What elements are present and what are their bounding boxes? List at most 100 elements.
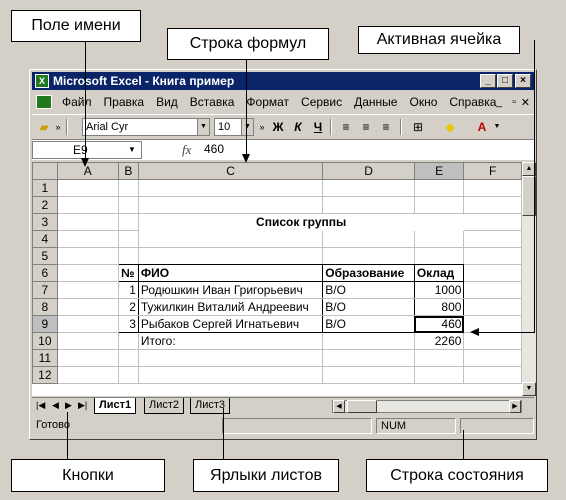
- fill-color-icon[interactable]: ◆: [440, 118, 460, 136]
- chevron-down-icon[interactable]: ▼: [241, 119, 253, 135]
- chevron-down-icon[interactable]: ▼: [197, 119, 209, 135]
- select-all-corner[interactable]: [32, 162, 58, 180]
- cell[interactable]: [463, 196, 522, 214]
- close-button[interactable]: ×: [515, 74, 531, 88]
- cell[interactable]: [56, 366, 119, 384]
- cell[interactable]: [322, 196, 415, 214]
- cell-name[interactable]: Родюшкин Иван Григорьевич: [137, 281, 324, 299]
- row-header[interactable]: 8: [32, 298, 58, 316]
- column-header[interactable]: F: [463, 162, 522, 180]
- cell[interactable]: [322, 247, 415, 265]
- cell[interactable]: [463, 281, 522, 299]
- tab-sheet1[interactable]: Лист1: [94, 398, 137, 414]
- cell[interactable]: [137, 179, 324, 197]
- next-sheet-icon[interactable]: ▶: [65, 400, 72, 411]
- maximize-button[interactable]: □: [497, 74, 513, 88]
- menu-file[interactable]: Файл: [56, 95, 98, 109]
- chevron-down-icon[interactable]: ▼: [125, 142, 139, 158]
- worksheet-grid[interactable]: A B C D E F 1 2 3 Список группы 4 5 6 № …: [32, 162, 522, 396]
- prev-sheet-icon[interactable]: ◀: [52, 400, 59, 411]
- cell[interactable]: [413, 247, 465, 265]
- sheet-title[interactable]: Список группы: [137, 213, 465, 231]
- cell[interactable]: [322, 179, 415, 197]
- menu-view[interactable]: Вид: [150, 95, 184, 109]
- cell[interactable]: [322, 366, 415, 384]
- cell[interactable]: [463, 179, 522, 197]
- cell-num[interactable]: 3: [117, 315, 139, 333]
- name-box[interactable]: E9 ▼: [32, 141, 142, 159]
- row-header[interactable]: 10: [32, 332, 58, 350]
- cell[interactable]: [322, 332, 415, 350]
- header-salary[interactable]: Оклад: [413, 264, 465, 282]
- header-edu[interactable]: Образование: [322, 264, 415, 282]
- cell-num[interactable]: 2: [117, 298, 139, 316]
- cell[interactable]: [413, 349, 465, 367]
- header-name[interactable]: ФИО: [137, 264, 324, 282]
- first-sheet-icon[interactable]: |◀: [36, 400, 45, 411]
- scroll-right-icon[interactable]: ▶: [509, 400, 521, 413]
- workbook-icon[interactable]: [36, 95, 52, 109]
- row-header[interactable]: 3: [32, 213, 58, 231]
- cell[interactable]: [56, 247, 119, 265]
- menu-window[interactable]: Окно: [403, 95, 443, 109]
- cell[interactable]: [137, 196, 324, 214]
- cell[interactable]: [137, 247, 324, 265]
- cell[interactable]: [463, 230, 522, 248]
- cell-salary[interactable]: 1000: [413, 281, 465, 299]
- cell[interactable]: [322, 230, 415, 248]
- cell[interactable]: [56, 349, 119, 367]
- menu-help[interactable]: Справка: [443, 95, 502, 109]
- cell[interactable]: [413, 179, 465, 197]
- total-value[interactable]: 2260: [413, 332, 465, 350]
- doc-restore-icon[interactable]: ▫: [512, 96, 516, 108]
- bold-button[interactable]: Ж: [268, 118, 288, 136]
- cell[interactable]: [117, 349, 139, 367]
- formula-input[interactable]: 460: [204, 142, 224, 156]
- fx-icon[interactable]: fx: [182, 142, 191, 158]
- column-header[interactable]: E: [413, 162, 465, 180]
- cell[interactable]: [56, 332, 119, 350]
- total-label[interactable]: Итого:: [137, 332, 324, 350]
- cell[interactable]: [56, 213, 119, 231]
- cell[interactable]: [117, 196, 139, 214]
- toolbar-more-icon[interactable]: »: [256, 118, 268, 136]
- tab-sheet2[interactable]: Лист2: [144, 398, 185, 414]
- cell[interactable]: [56, 196, 119, 214]
- row-header[interactable]: 9: [32, 315, 58, 333]
- row-header[interactable]: 2: [32, 196, 58, 214]
- cell[interactable]: [56, 281, 119, 299]
- cell[interactable]: [137, 366, 324, 384]
- row-header[interactable]: 4: [32, 230, 58, 248]
- cell-num[interactable]: 1: [117, 281, 139, 299]
- cell-edu[interactable]: В/О: [322, 298, 415, 316]
- toolbar-more-icon[interactable]: »: [52, 118, 64, 136]
- cell[interactable]: [463, 366, 522, 384]
- font-select[interactable]: Arial Cyr ▼: [82, 118, 210, 136]
- horizontal-scrollbar[interactable]: ◀ ▶: [332, 400, 522, 413]
- scroll-left-icon[interactable]: ◀: [333, 400, 345, 413]
- cell-name[interactable]: Рыбаков Сергей Игнатьевич: [137, 315, 324, 333]
- cell[interactable]: [463, 264, 522, 282]
- align-left-icon[interactable]: ≡: [336, 118, 356, 136]
- cell[interactable]: [117, 247, 139, 265]
- underline-button[interactable]: Ч: [308, 118, 328, 136]
- font-size-select[interactable]: 10 ▼: [214, 118, 254, 136]
- column-header[interactable]: C: [137, 162, 324, 180]
- menu-insert[interactable]: Вставка: [184, 95, 241, 109]
- cell[interactable]: [56, 264, 119, 282]
- row-header[interactable]: 1: [32, 179, 58, 197]
- cell-edu[interactable]: В/О: [322, 281, 415, 299]
- cell-name[interactable]: Тужилкин Виталий Андреевич: [137, 298, 324, 316]
- cell-edu[interactable]: В/О: [322, 315, 415, 333]
- open-folder-icon[interactable]: ▰: [34, 118, 54, 136]
- minimize-button[interactable]: _: [480, 74, 496, 88]
- tab-sheet3[interactable]: Лист3: [190, 398, 231, 414]
- cell[interactable]: [463, 349, 522, 367]
- cell[interactable]: [413, 196, 465, 214]
- font-color-icon[interactable]: A: [472, 118, 492, 136]
- cell[interactable]: [117, 366, 139, 384]
- scroll-thumb[interactable]: [347, 400, 377, 413]
- cell[interactable]: [463, 247, 522, 265]
- cell[interactable]: [56, 298, 119, 316]
- cell[interactable]: [463, 213, 522, 231]
